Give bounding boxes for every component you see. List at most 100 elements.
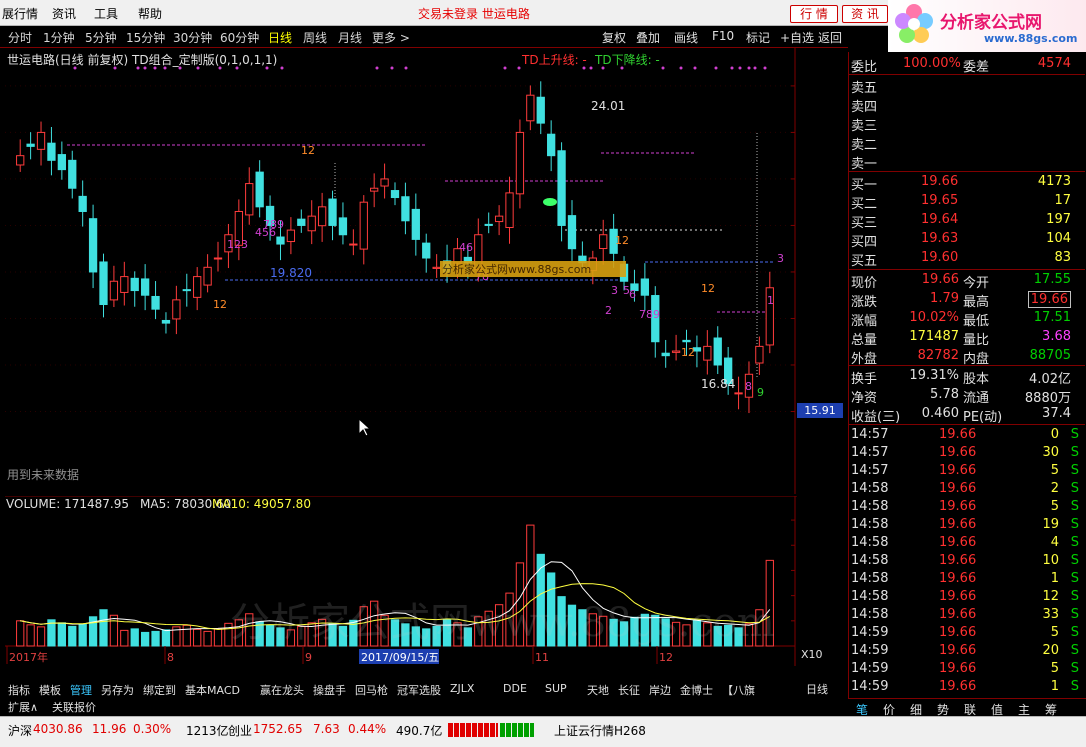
candle-body <box>734 392 743 395</box>
stat-value: 10.02% <box>909 310 959 325</box>
td-count-label: 12 <box>301 144 315 157</box>
info-button[interactable]: 资 讯 <box>842 5 888 23</box>
candle-body <box>109 280 119 301</box>
period-60min[interactable]: 60分钟 <box>220 29 259 46</box>
volume-bar <box>26 624 35 647</box>
menu-bar: 展行情 资讯 工具 帮助 交易未登录 世运电路 行 情 资 讯 分析家公式网 w… <box>0 0 1086 52</box>
stat-label-2: 最低 <box>963 314 990 329</box>
tick-volume: 30 <box>1042 445 1059 460</box>
period-more[interactable]: 更多 > <box>372 29 410 46</box>
price-chart[interactable]: 121212345678978461212127892356891324.002… <box>5 48 845 494</box>
indicator-tab[interactable]: 另存为 <box>101 682 134 698</box>
overlay-button[interactable]: 叠加 <box>636 29 660 46</box>
buy-level-label: 买一 <box>851 178 878 193</box>
volume-bar <box>36 626 46 647</box>
indicator-tab[interactable]: 长征 <box>618 682 640 698</box>
price-chart-panel[interactable]: 121212345678978461212127892356891324.002… <box>5 48 845 494</box>
back-button[interactable]: 返回 <box>818 29 842 46</box>
candle-body <box>380 178 389 187</box>
candle-body <box>422 242 431 259</box>
candle-body <box>713 337 722 366</box>
period-30min[interactable]: 30分钟 <box>173 29 212 46</box>
buy-level-price: 19.64 <box>921 212 959 227</box>
menu-item-tools[interactable]: 工具 <box>94 5 118 22</box>
menu-item-news[interactable]: 资讯 <box>52 5 76 22</box>
tick-price: 19.66 <box>939 445 977 460</box>
low-price-label: 16.84 <box>701 377 736 391</box>
top-marker <box>714 66 718 70</box>
weicha-label: 委差 <box>963 60 990 75</box>
mark-button[interactable]: 标记 <box>746 29 770 46</box>
expand-tab[interactable]: 扩展∧ <box>8 699 38 715</box>
candle-body <box>349 243 358 246</box>
period-timeshare[interactable]: 分时 <box>8 29 32 46</box>
tick-time: 14:58 <box>851 553 889 568</box>
period-weekly[interactable]: 周线 <box>303 29 327 46</box>
menu-item-help[interactable]: 帮助 <box>138 5 162 22</box>
indicator-tab[interactable]: 赢在龙头 <box>260 682 304 698</box>
sell-level-label: 卖二 <box>851 138 878 153</box>
tick-time: 14:58 <box>851 517 889 532</box>
watermark: 分析家公式网www.88gs.com <box>230 600 775 646</box>
volume-label: VOLUME: 171487.95 <box>6 497 129 511</box>
indicator-tab[interactable]: 管理 <box>70 682 92 698</box>
candle-body <box>515 131 525 195</box>
period-15min[interactable]: 15分钟 <box>126 29 165 46</box>
period-daily[interactable]: 日线 <box>268 29 292 46</box>
td-count-label: 12 <box>213 298 227 311</box>
volume-bar <box>78 623 87 647</box>
indicator-tab[interactable]: 指标 <box>8 682 30 698</box>
chart-info: 世运电路(日线 前复权) TD组合_定制版(0,1,0,1,1) <box>7 53 278 67</box>
tick-price: 19.66 <box>939 553 977 568</box>
indicator-tab[interactable]: SUP <box>545 682 567 695</box>
logo-url: www.88gs.com <box>984 32 1078 45</box>
feed-label: 上证云行情H268 <box>554 724 646 738</box>
adjust-button[interactable]: 复权 <box>602 29 626 46</box>
indicator-tab[interactable]: 金博士 <box>680 682 713 698</box>
candle-body <box>88 218 98 273</box>
buy-level-price: 19.63 <box>921 231 959 246</box>
period-monthly[interactable]: 月线 <box>338 29 362 46</box>
period-1min[interactable]: 1分钟 <box>43 29 75 46</box>
x-tick-label: 9 <box>305 651 312 664</box>
tick-price: 19.66 <box>939 571 977 586</box>
tick-volume: 20 <box>1042 643 1059 658</box>
period-5min[interactable]: 5分钟 <box>85 29 117 46</box>
indicator-tab[interactable]: DDE <box>503 682 527 695</box>
top-marker <box>730 66 734 70</box>
tick-time: 14:58 <box>851 499 889 514</box>
candle-body <box>172 299 181 320</box>
related-quote-tab[interactable]: 关联报价 <box>52 699 96 715</box>
menu-item-quotes[interactable]: 展行情 <box>2 5 38 22</box>
tick-price: 19.66 <box>939 661 977 676</box>
status-bar: 沪深 4030.86 11.96 0.30% 1213亿 创业 1752.65 … <box>0 716 1086 747</box>
tick-side: S <box>1070 445 1079 460</box>
indicator-tab[interactable]: 基本MACD <box>185 682 240 698</box>
indicator-tab[interactable]: 岸边 <box>649 682 671 698</box>
tick-row: 14:59 19.66 5 S <box>849 660 1085 678</box>
stat-value-2: 88705 <box>1029 348 1071 363</box>
brand-logo: 分析家公式网 www.88gs.com <box>888 0 1086 52</box>
add-watchlist-button[interactable]: +自选 <box>780 29 814 46</box>
stat-label-2: 流通 <box>963 391 990 406</box>
f10-button[interactable]: F10 <box>712 29 734 43</box>
td-count-label: 12 <box>701 282 715 295</box>
draw-line-button[interactable]: 画线 <box>674 29 698 46</box>
stat-value-2: 17.51 <box>1033 310 1071 325</box>
tick-time: 14:57 <box>851 427 889 442</box>
buy-level-volume: 197 <box>1046 212 1071 227</box>
quote-button[interactable]: 行 情 <box>790 5 838 23</box>
volume-bar <box>203 630 212 647</box>
volume-bar <box>140 631 150 647</box>
indicator-tab[interactable]: ZJLX <box>450 682 474 695</box>
indicator-tab[interactable]: 天地 <box>587 682 609 698</box>
stat-label-2: PE(动) <box>963 410 1003 425</box>
indicator-tab[interactable]: 回马枪 <box>355 682 388 698</box>
indicator-tab[interactable]: 操盘手 <box>313 682 346 698</box>
cy-amount: 490.7亿 <box>396 724 443 738</box>
indicator-tab[interactable]: 模板 <box>39 682 61 698</box>
indicator-tab[interactable]: 冠军选股 <box>397 682 441 698</box>
candle-body <box>182 289 191 292</box>
indicator-tab[interactable]: 绑定到 <box>143 682 176 698</box>
buy-level-price: 19.66 <box>921 174 959 189</box>
